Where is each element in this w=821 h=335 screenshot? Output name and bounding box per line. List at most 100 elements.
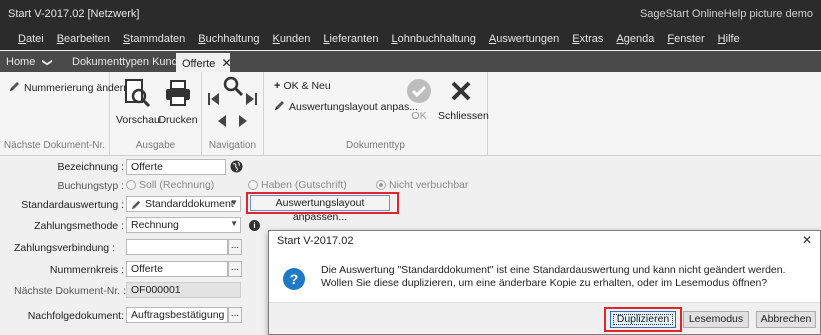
menu-item-label: xtras — [579, 33, 604, 45]
drucken-label: Drucken — [158, 114, 198, 126]
vorschau-button[interactable]: Vorschau — [116, 78, 160, 126]
ribbon: Nummerierung ändern Nächste Dokument-Nr.… — [0, 72, 821, 156]
menu-item-accelerator: E — [572, 33, 580, 45]
checkmark-icon — [404, 78, 434, 107]
schliessen-button[interactable]: Schliessen — [438, 78, 489, 122]
close-icon[interactable]: ✕ — [802, 233, 812, 247]
menu-item-lohnbuchhaltung[interactable]: Lohnbuchhaltung — [391, 33, 475, 45]
menu-item-accelerator: D — [18, 33, 26, 45]
menu-item-extras[interactable]: Extras — [572, 33, 603, 45]
menu-item-accelerator: K — [272, 33, 280, 45]
zahlungsmethode-label: Zahlungsmethode : — [34, 220, 124, 232]
menu-item-datei[interactable]: Datei — [18, 33, 44, 45]
menu-item-buchhaltung[interactable]: Buchhaltung — [198, 33, 259, 45]
abbrechen-button[interactable]: Abbrechen — [756, 311, 816, 328]
next-record-icon[interactable] — [237, 114, 249, 131]
dialog-title: Start V-2017.02 — [277, 235, 354, 247]
menu-item-accelerator: H — [717, 33, 726, 45]
menu-item-label: ilfe — [725, 33, 740, 45]
zahlungsmethode-dropdown[interactable]: Rechnung ▼ — [126, 217, 241, 233]
highlight-box-auswertungslayout — [246, 192, 399, 214]
menu-bar: Datei Bearbeiten Stammdaten Buchhaltung Kund… — [0, 28, 821, 50]
last-record-icon[interactable] — [244, 92, 258, 109]
radio-nicht-circle — [376, 180, 386, 190]
chevron-down-icon: ▼ — [230, 219, 238, 228]
first-record-icon[interactable] — [207, 92, 221, 109]
nummernkreis-field[interactable]: Offerte — [126, 261, 228, 277]
ribbon-group-dokumenttyp: + OK & Neu Auswertungslayout anpas... OK… — [264, 72, 489, 156]
close-x-icon — [438, 78, 484, 107]
ok-und-neu-button[interactable]: + OK & Neu — [274, 80, 331, 92]
nummernkreis-browse-button[interactable]: ... — [228, 261, 242, 277]
menu-item-label: tammdaten — [130, 33, 186, 45]
vorschau-label: Vorschau — [116, 114, 160, 126]
tab-strip: Home ❯ Dokumenttypen Kunden Offerte ✕ — [0, 51, 821, 72]
globe-icon[interactable] — [230, 160, 243, 173]
drucken-button[interactable]: Drucken — [158, 78, 198, 126]
menu-item-accelerator: B — [56, 33, 65, 45]
menu-item-agenda[interactable]: Agenda — [616, 33, 654, 45]
highlight-box-duplizieren — [604, 307, 682, 332]
zahlungsverbindung-browse-button[interactable]: ... — [228, 239, 242, 255]
menu-item-label: enster — [674, 33, 705, 45]
menu-item-label: atei — [25, 33, 44, 45]
menu-item-bearbeiten[interactable]: Bearbeiten — [57, 33, 110, 45]
tab-offerte[interactable]: Offerte ✕ — [176, 53, 232, 72]
radio-haben-circle — [248, 180, 258, 190]
tab-dokumenttypen-label: Dokumenttypen Kunden — [72, 56, 191, 68]
menu-item-label: uchhaltung — [205, 33, 260, 45]
previous-record-icon[interactable] — [216, 114, 228, 131]
standardauswertung-value: Standarddokument — [145, 198, 234, 210]
lesemodus-button[interactable]: Lesemodus — [683, 311, 749, 328]
zahlungsverbindung-field[interactable] — [126, 239, 228, 255]
tab-dokumenttypen-kunden[interactable]: Dokumenttypen Kunden — [64, 53, 190, 72]
plus-icon: + — [274, 80, 281, 92]
info-icon[interactable]: i — [249, 220, 260, 231]
ribbon-group-ausgabe: Vorschau Drucken Ausgabe — [110, 72, 202, 156]
nachfolgedokument-field[interactable]: Auftragsbestätigung — [126, 307, 228, 323]
brand-label: SageStart OnlineHelp picture demo — [639, 8, 813, 20]
menu-item-stammdaten[interactable]: Stammdaten — [123, 33, 185, 45]
tab-offerte-label: Offerte — [182, 58, 216, 70]
chevron-down-icon: ▼ — [230, 198, 238, 207]
tab-home-label: Home — [6, 56, 36, 68]
buchungstyp-label: Buchungstyp : — [57, 180, 124, 192]
chevron-down-icon[interactable]: ❯ — [42, 58, 53, 66]
menu-item-label: genda — [623, 33, 655, 45]
auswertungslayout-ribbon-button[interactable]: Auswertungslayout anpas... — [274, 99, 418, 114]
ribbon-group-naechste: Nummerierung ändern Nächste Dokument-Nr. — [0, 72, 129, 156]
standardauswertung-dropdown[interactable]: Standarddokument ▼ — [126, 196, 241, 212]
menu-item-kunden[interactable]: Kunden — [272, 33, 310, 45]
schliessen-label: Schliessen — [438, 110, 489, 122]
menu-item-lieferanten[interactable]: Lieferanten — [323, 33, 378, 45]
nachfolgedokument-browse-button[interactable]: ... — [228, 307, 242, 323]
ok-neu-label: OK & Neu — [283, 80, 331, 92]
bezeichnung-field[interactable]: Offerte — [126, 159, 226, 175]
bezeichnung-label: Bezeichnung : — [57, 161, 124, 173]
window-title: Start V-2017.02 [Netzwerk] — [8, 8, 140, 20]
abbrechen-label: Abbrechen — [760, 313, 812, 325]
radio-soll[interactable]: Soll (Rechnung) — [126, 179, 214, 191]
ok-button[interactable]: OK — [404, 78, 434, 122]
pencil-icon — [274, 99, 286, 114]
dialog-footer: Duplizieren Lesemodus Abbrechen — [269, 302, 820, 334]
dialog-message: Die Auswertung "Standarddokument" ist ei… — [321, 264, 786, 289]
close-icon[interactable]: ✕ — [221, 56, 231, 70]
radio-nicht-label: Nicht verbuchbar — [389, 179, 469, 191]
tab-home[interactable]: Home ❯ — [0, 53, 62, 72]
nummernkreis-label: Nummernkreis : — [49, 264, 124, 276]
question-icon: ? — [283, 268, 305, 290]
lesemodus-label: Lesemodus — [688, 313, 744, 325]
pencil-icon — [9, 80, 21, 95]
group-label-navigation: Navigation — [208, 140, 257, 151]
radio-haben[interactable]: Haben (Gutschrift) — [248, 179, 347, 191]
menu-item-hilfe[interactable]: Hilfe — [718, 33, 740, 45]
title-bar: Start V-2017.02 [Netzwerk] SageStart Onl… — [0, 0, 821, 28]
menu-item-auswertungen[interactable]: Auswertungen — [489, 33, 559, 45]
menu-item-fenster[interactable]: Fenster — [667, 33, 704, 45]
radio-soll-label: Soll (Rechnung) — [139, 179, 215, 191]
navigation-search-icon[interactable] — [221, 75, 245, 100]
printer-icon — [158, 78, 198, 111]
radio-nicht-verbuchbar[interactable]: Nicht verbuchbar — [376, 179, 468, 191]
zahlungsverbindung-label: Zahlungsverbindung : — [14, 242, 115, 254]
